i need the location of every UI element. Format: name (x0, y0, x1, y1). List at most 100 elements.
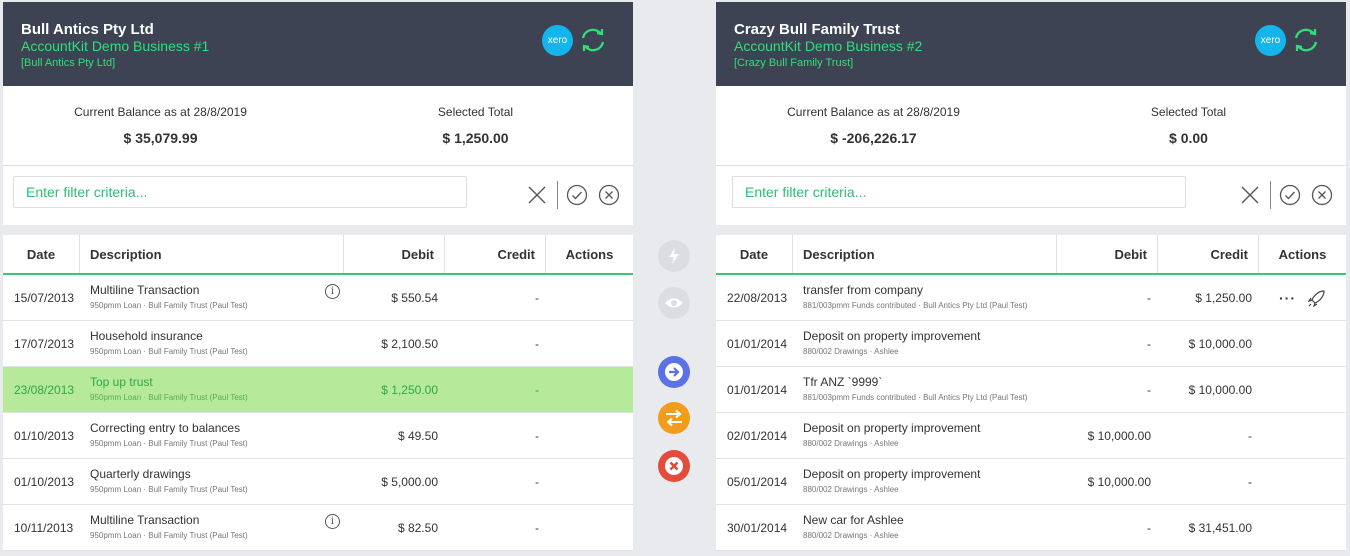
row-actions (1259, 321, 1346, 366)
row-date: 05/01/2014 (727, 474, 788, 489)
col-credit[interactable]: Credit (1158, 235, 1259, 273)
col-actions: Actions (1278, 246, 1327, 262)
divider (1270, 181, 1271, 209)
col-debit[interactable]: Debit (344, 235, 445, 273)
sync-icon[interactable] (577, 24, 609, 56)
col-date[interactable]: Date (3, 235, 80, 273)
check-circle-icon[interactable] (566, 184, 588, 206)
auto-match-button[interactable] (658, 240, 690, 272)
row-credit: - (1248, 428, 1252, 443)
table-row[interactable]: 01/10/2013 Correcting entry to balances 95… (3, 413, 633, 459)
table-row[interactable]: 02/01/2014 Deposit on property improvemen… (716, 413, 1346, 459)
close-circle-icon[interactable] (598, 184, 620, 206)
row-description: Household insurance 950pmm Loan · Bull Fa… (80, 321, 344, 366)
row-date: 23/08/2013 (14, 382, 75, 397)
table-row[interactable]: 23/08/2013 Top up trust 950pmm Loan · Bull… (3, 367, 633, 413)
table-row[interactable]: 22/08/2013 transfer from company 881/003pm… (716, 275, 1346, 321)
left-account-header: Bull Antics Pty Ltd AccountKit Demo Busi… (3, 2, 633, 86)
row-date: 17/07/2013 (14, 336, 75, 351)
row-description: Correcting entry to balances 950pmm Loan … (80, 413, 344, 458)
preview-button[interactable] (658, 287, 690, 319)
selected-total-value: $ 1,250.00 (442, 130, 509, 146)
xero-logo-icon: xero (542, 24, 573, 56)
info-icon[interactable]: i (325, 284, 340, 299)
table-row[interactable]: 01/01/2014 Deposit on property improvemen… (716, 321, 1346, 367)
row-credit: - (535, 428, 539, 443)
rocket-icon[interactable] (1308, 289, 1326, 307)
row-description: Multiline Transaction 950pmm Loan · Bull … (80, 275, 344, 320)
info-icon[interactable]: i (325, 514, 340, 529)
row-account-subtext: 950pmm Loan · Bull Family Trust (Paul Te… (90, 530, 248, 540)
row-credit: $ 31,451.00 (1188, 520, 1252, 535)
row-description: Multiline Transaction 950pmm Loan · Bull … (80, 505, 344, 550)
arrow-right-icon (665, 363, 683, 381)
row-date: 02/01/2014 (727, 428, 788, 443)
row-account-subtext: 950pmm Loan · Bull Family Trust (Paul Te… (90, 392, 248, 402)
row-actions (1259, 367, 1346, 412)
table-row[interactable]: 05/01/2014 Deposit on property improvemen… (716, 459, 1346, 505)
table-row[interactable]: 17/07/2013 Household insurance 950pmm Loan… (3, 321, 633, 367)
eye-icon (665, 298, 683, 308)
table-row[interactable]: 10/11/2013 Multiline Transaction 950pmm Lo… (3, 505, 633, 551)
clear-filter-icon[interactable] (1240, 185, 1260, 205)
current-balance-value: $ 35,079.99 (123, 130, 198, 146)
row-description-text: Correcting entry to balances (90, 420, 241, 435)
table-row[interactable]: 01/10/2013 Quarterly drawings 950pmm Loan … (3, 459, 633, 505)
cancel-match-button[interactable] (658, 450, 690, 482)
clear-filter-icon[interactable] (527, 185, 547, 205)
row-debit: - (1147, 290, 1151, 305)
row-account-subtext: 881/003pmm Funds contributed · Bull Anti… (803, 392, 1028, 402)
row-description-text: transfer from company (803, 282, 924, 297)
row-description: Deposit on property improvement 880/002 D… (793, 413, 1057, 458)
row-date: 01/10/2013 (14, 428, 75, 443)
row-account-subtext: 950pmm Loan · Bull Family Trust (Paul Te… (90, 300, 248, 310)
row-debit: - (1147, 336, 1151, 351)
col-debit[interactable]: Debit (1057, 235, 1158, 273)
row-account-subtext: 880/002 Drawings · Ashlee (803, 530, 899, 540)
table-header: Date Description Debit Credit Actions (716, 235, 1346, 275)
right-entity-sub: [Crazy Bull Family Trust] (734, 57, 854, 69)
row-debit: - (1147, 520, 1151, 535)
row-description: Top up trust 950pmm Loan · Bull Family Tr… (80, 367, 344, 412)
left-filter-input[interactable] (13, 176, 467, 208)
col-date[interactable]: Date (716, 235, 793, 273)
sync-icon[interactable] (1290, 24, 1322, 56)
row-description-text: Deposit on property improvement (803, 466, 981, 481)
row-date: 30/01/2014 (727, 520, 788, 535)
col-description[interactable]: Description (80, 235, 344, 273)
row-account-subtext: 950pmm Loan · Bull Family Trust (Paul Te… (90, 484, 248, 494)
row-debit: $ 49.50 (397, 428, 438, 443)
current-balance-label: Current Balance as at 28/8/2019 (74, 105, 247, 119)
selected-total-value: $ 0.00 (1169, 130, 1208, 146)
more-options-icon[interactable]: ··· (1279, 290, 1296, 306)
close-circle-icon[interactable] (1311, 184, 1333, 206)
row-account-subtext: 880/002 Drawings · Ashlee (803, 484, 899, 494)
right-filter-input[interactable] (732, 176, 1186, 208)
transfer-right-button[interactable] (658, 356, 690, 388)
col-description[interactable]: Description (793, 235, 1057, 273)
left-business-name: AccountKit Demo Business #1 (21, 38, 210, 54)
selected-total-label: Selected Total (1150, 105, 1227, 119)
row-date: 01/01/2014 (727, 382, 788, 397)
row-credit: - (535, 474, 539, 489)
col-credit[interactable]: Credit (445, 235, 546, 273)
table-row[interactable]: 15/07/2013 Multiline Transaction 950pmm Lo… (3, 275, 633, 321)
row-account-subtext: 880/002 Drawings · Ashlee (803, 346, 899, 356)
left-balance-summary: Current Balance as at 28/8/2019 $ 35,079… (3, 86, 633, 166)
current-balance-value: $ -206,226.17 (830, 130, 917, 146)
row-credit: - (535, 290, 539, 305)
right-account-panel: Crazy Bull Family Trust AccountKit Demo … (716, 2, 1346, 225)
row-actions (546, 505, 633, 550)
row-description-text: Top up trust (90, 374, 153, 389)
table-row[interactable]: 30/01/2014 New car for Ashlee 880/002 Draw… (716, 505, 1346, 551)
row-actions: ··· (1259, 275, 1346, 320)
table-row[interactable]: 01/01/2014 Tfr ANZ `9999` 881/003pmm Funds… (716, 367, 1346, 413)
row-actions (546, 459, 633, 504)
row-description-text: Quarterly drawings (90, 466, 191, 481)
row-debit: $ 5,000.00 (381, 474, 438, 489)
row-description: Deposit on property improvement 880/002 D… (793, 321, 1057, 366)
row-account-subtext: 950pmm Loan · Bull Family Trust (Paul Te… (90, 438, 248, 448)
swap-button[interactable] (658, 402, 690, 434)
check-circle-icon[interactable] (1279, 184, 1301, 206)
row-debit: - (1147, 382, 1151, 397)
